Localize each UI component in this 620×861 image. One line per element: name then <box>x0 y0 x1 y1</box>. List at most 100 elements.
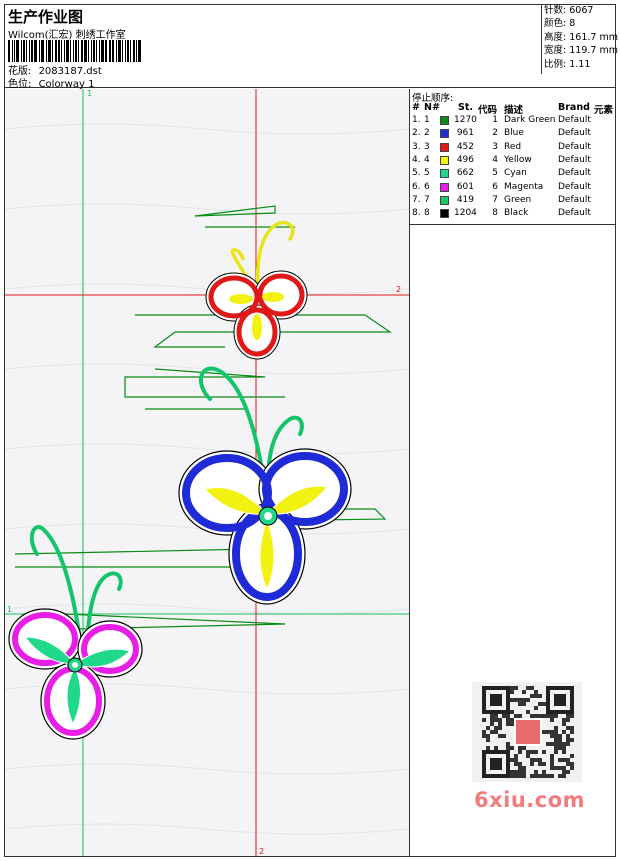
qr-module <box>518 714 522 718</box>
seq-code: 7 <box>492 194 498 205</box>
qr-module <box>534 706 538 710</box>
barcode-bar <box>127 40 130 62</box>
seq-description: Dark Green <box>504 115 556 125</box>
barcode-bar <box>87 40 89 62</box>
barcode-bar <box>133 40 136 62</box>
barcode-bar <box>25 40 27 62</box>
sequence-row[interactable]: 5. 5 662 5 Cyan Default <box>410 168 615 181</box>
qr-module <box>542 714 546 718</box>
qr-module <box>554 750 558 754</box>
barcode-bar <box>15 40 19 62</box>
qr-module <box>562 770 566 774</box>
seq-description: Magenta <box>504 181 544 192</box>
header: 生产作业图 Wilcom(汇宏) 刺绣工作室 花版: 2083187.dst 色… <box>4 4 618 90</box>
qr-module <box>506 742 510 746</box>
sequence-row[interactable]: 7. 7 419 7 Green Default <box>410 195 615 208</box>
sequence-row[interactable]: 3. 3 452 3 Red Default <box>410 142 615 155</box>
studio-subtitle: Wilcom(汇宏) 刺绣工作室 <box>8 30 126 41</box>
seq-index: 8. <box>412 208 421 219</box>
qr-module <box>562 750 566 754</box>
sequence-row[interactable]: 4. 4 496 4 Yellow Default <box>410 155 615 168</box>
qr-module <box>518 770 522 774</box>
qr-module <box>510 770 514 774</box>
qr-module <box>486 738 490 742</box>
qr-module <box>554 714 558 718</box>
barcode-bar <box>73 40 74 62</box>
seq-description: Cyan <box>504 168 527 179</box>
site-watermark: 6xiu.com <box>474 788 586 812</box>
qr-module <box>510 722 514 726</box>
qr-module <box>526 686 530 690</box>
qr-code-graphic <box>482 686 574 778</box>
qr-module <box>518 746 522 750</box>
qr-module <box>562 766 566 770</box>
qr-module <box>538 758 542 762</box>
barcode-bar <box>66 40 70 62</box>
design-stats: 针数: 6067 颜色: 8 高度: 161.7 mm 宽度: 119.7 mm… <box>541 4 618 74</box>
qr-module <box>510 718 514 722</box>
qr-module <box>538 714 542 718</box>
seq-brand: Default <box>558 154 591 165</box>
seq-index: 3. <box>412 141 421 152</box>
qr-module <box>542 762 546 766</box>
col-elem: 元素 <box>594 105 614 116</box>
qr-module <box>566 734 570 738</box>
col-st: St. <box>458 102 473 113</box>
barcode-bar <box>33 40 37 62</box>
seq-stitches: 1204 <box>454 208 477 219</box>
qr-module <box>542 750 546 754</box>
sequence-row[interactable]: 2. 2 961 2 Blue Default <box>410 128 615 141</box>
qr-module <box>558 774 562 778</box>
barcode-bar <box>104 40 107 62</box>
seq-index: 7. <box>412 194 421 205</box>
qr-module <box>534 770 538 774</box>
qr-module <box>566 762 570 766</box>
qr-module <box>546 714 550 718</box>
seq-needle: 2 <box>424 128 430 139</box>
qr-module <box>494 718 498 722</box>
qr-module <box>570 762 574 766</box>
qr-module <box>550 718 554 722</box>
qr-module <box>526 750 530 754</box>
col-hash: # <box>412 102 420 113</box>
sequence-row[interactable]: 6. 6 601 6 Magenta Default <box>410 182 615 195</box>
embroidery-preview: 1 1 2 2 <box>5 89 409 856</box>
qr-module <box>558 746 562 750</box>
guide-label-h1: 1 <box>7 605 12 614</box>
qr-module <box>562 722 566 726</box>
seq-code: 3 <box>492 141 498 152</box>
stop-sequence-panel: 停止顺序: # N# St. 代码 描述 Brand 元素 1. 1 1270 1 Da… <box>410 89 615 225</box>
qr-module <box>550 714 554 718</box>
qr-module <box>516 720 540 744</box>
qr-module <box>534 714 538 718</box>
sequence-row[interactable]: 8. 8 1204 8 Black Default <box>410 208 615 221</box>
seq-brand: Default <box>558 141 591 152</box>
qr-module <box>554 742 558 746</box>
seq-code: 5 <box>492 168 498 179</box>
qr-module <box>514 714 518 718</box>
qr-module <box>562 746 566 750</box>
guide-label-h2: 2 <box>396 285 401 294</box>
qr-module <box>558 734 562 738</box>
qr-module <box>558 738 562 742</box>
qr-module <box>482 734 486 738</box>
qr-module <box>510 686 514 690</box>
seq-brand: Default <box>558 208 591 219</box>
barcode-bar <box>70 40 72 62</box>
qr-code-icon <box>472 682 582 782</box>
sequence-row[interactable]: 1. 1 1270 1 Dark Green Default <box>410 115 615 128</box>
seq-brand: Default <box>558 168 591 179</box>
colorway-row: 色位: Colorway 1 <box>8 75 94 90</box>
seq-code: 8 <box>492 208 498 219</box>
qr-module <box>554 726 558 730</box>
qr-module <box>550 730 554 734</box>
qr-module <box>566 758 570 762</box>
qr-module <box>514 770 518 774</box>
stat-stitches: 针数: 6067 <box>544 5 594 16</box>
barcode-bar <box>92 40 95 62</box>
qr-module <box>514 758 518 762</box>
seq-stitches: 961 <box>456 128 474 139</box>
design-canvas[interactable]: 1 1 2 2 <box>5 89 410 856</box>
barcode-bar <box>48 40 52 62</box>
seq-needle: 3 <box>424 141 430 152</box>
